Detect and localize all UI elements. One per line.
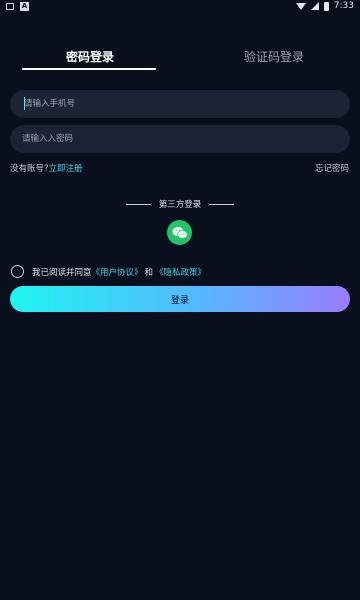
signal-icon xyxy=(310,2,319,10)
status-time: 7:33 xyxy=(333,1,354,11)
agreement-checkbox[interactable] xyxy=(11,265,24,278)
battery-icon xyxy=(323,1,329,11)
wechat-login-button[interactable] xyxy=(167,220,192,245)
forgot-password-link[interactable]: 忘记密码 xyxy=(315,162,349,174)
no-account-row: 没有账号?立即注册 xyxy=(10,162,83,174)
status-right: 7:33 xyxy=(295,1,354,11)
agreement-and: 和 xyxy=(144,267,154,278)
tab-code-login[interactable]: 验证码登录 xyxy=(244,48,304,65)
wechat-icon xyxy=(172,226,188,239)
user-agreement-link[interactable]: 《用户协议》 xyxy=(92,266,143,278)
tab-password-login[interactable]: 密码登录 xyxy=(66,48,114,65)
agreement-text: 我已阅读并同意 xyxy=(32,267,92,278)
no-account-text: 没有账号? xyxy=(10,164,49,174)
privacy-policy-link[interactable]: 《隐私政策》 xyxy=(155,266,206,278)
wifi-icon xyxy=(295,2,306,10)
agreement-row: 我已阅读并同意 《用户协议》 和 《隐私政策》 xyxy=(11,265,206,278)
notification-icon xyxy=(6,2,14,10)
password-input[interactable] xyxy=(10,125,350,153)
status-left: A xyxy=(6,1,29,11)
tab-active-indicator xyxy=(22,68,156,70)
third-party-divider: 第三方登录 xyxy=(0,198,360,210)
text-cursor xyxy=(24,97,25,110)
register-link[interactable]: 立即注册 xyxy=(49,164,83,174)
divider-line-left xyxy=(125,203,151,205)
login-button[interactable]: 登录 xyxy=(10,286,350,312)
a-app-icon: A xyxy=(20,1,29,11)
status-bar: A 7:33 xyxy=(0,0,360,12)
phone-input[interactable] xyxy=(10,90,350,118)
third-party-title: 第三方登录 xyxy=(158,200,202,210)
divider-line-right xyxy=(209,203,235,205)
